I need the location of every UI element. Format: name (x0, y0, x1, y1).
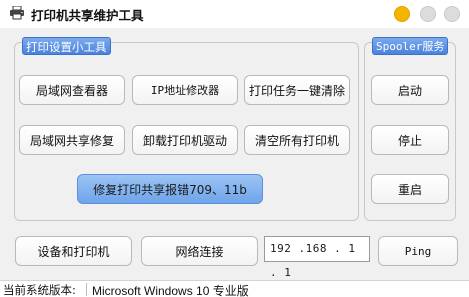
ip-modifier-button[interactable]: IP地址修改器 (132, 75, 238, 105)
clear-print-jobs-button[interactable]: 打印任务一键清除 (244, 75, 350, 105)
lan-share-repair-button[interactable]: 局域网共享修复 (19, 125, 125, 155)
minimize-button[interactable] (394, 6, 410, 22)
network-connections-button[interactable]: 网络连接 (141, 236, 258, 266)
spooler-stop-button[interactable]: 停止 (371, 125, 449, 155)
spooler-start-button[interactable]: 启动 (371, 75, 449, 105)
os-version-label: 当前系统版本: (3, 283, 76, 297)
window-title: 打印机共享维护工具 (31, 8, 144, 23)
repair-709-button[interactable]: 修复打印共享报错709、11b (77, 174, 263, 204)
clear-all-printers-button[interactable]: 清空所有打印机 (244, 125, 350, 155)
spooler-group: Spooler服务 启动 停止 重启 (364, 37, 456, 221)
status-divider (86, 283, 87, 296)
devices-printers-button[interactable]: 设备和打印机 (15, 236, 132, 266)
title-bar: 打印机共享维护工具 (0, 0, 469, 28)
ip-address-input[interactable]: 192 .168 . 1 . 1 (264, 236, 370, 279)
tools-group-title: 打印设置小工具 (22, 37, 111, 55)
close-button[interactable] (444, 6, 460, 22)
maximize-button[interactable] (420, 6, 436, 22)
tools-group: 打印设置小工具 局域网查看器 IP地址修改器 打印任务一键清除 局域网共享修复 … (14, 37, 359, 221)
ping-button[interactable]: Ping (378, 236, 458, 266)
uninstall-driver-button[interactable]: 卸载打印机驱动 (132, 125, 238, 155)
os-version-value: Microsoft Windows 10 专业版 (92, 284, 249, 297)
spooler-group-title: Spooler服务 (372, 37, 449, 55)
status-bar: 当前系统版本: Microsoft Windows 10 专业版 (0, 280, 469, 297)
lan-viewer-button[interactable]: 局域网查看器 (19, 75, 125, 105)
printer-icon (10, 6, 24, 20)
spooler-restart-button[interactable]: 重启 (371, 174, 449, 204)
